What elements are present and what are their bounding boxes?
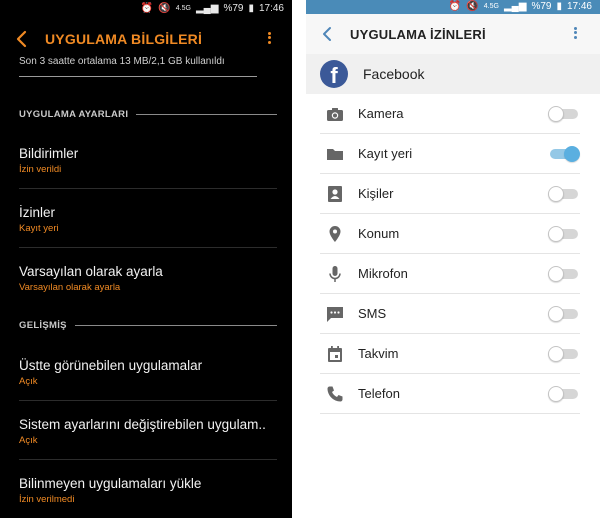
sms-icon (327, 307, 343, 322)
settings-item-install-unknown-apps[interactable]: Bilinmeyen uygulamaları yükle İzin veril… (19, 476, 277, 505)
signal-icon: ▂▄▆ (503, 1, 527, 12)
settings-item-modify-system-settings[interactable]: Sistem ayarlarını değiştirebilen uygulam… (19, 417, 277, 446)
permission-toggle[interactable] (548, 386, 580, 402)
permission-name: Kayıt yeri (358, 146, 413, 161)
permission-name: SMS (358, 306, 387, 321)
divider (19, 459, 277, 460)
clock: 17:46 (566, 1, 592, 12)
battery-icon: ▮ (248, 3, 254, 14)
microphone-icon (329, 266, 341, 282)
permission-toggle[interactable] (548, 226, 580, 242)
mute-icon: 🔇 (466, 1, 479, 12)
status-bar: ⏰ 🔇 4.5G ▂▄▆ %79 ▮ 17:46 (0, 0, 292, 18)
permission-name: Telefon (358, 386, 400, 401)
more-vert-icon (267, 31, 271, 35)
clock: 17:46 (258, 3, 284, 14)
item-subtitle: Kayıt yeri (19, 223, 59, 234)
location-icon (329, 226, 341, 242)
app-header-row: f Facebook (306, 54, 600, 94)
signal-icon: ▂▄▆ (195, 3, 219, 14)
camera-icon (327, 108, 343, 121)
app-permissions-screen: ⏰ 🔇 4.5G ▂▄▆ %79 ▮ 17:46 UYGULAMA İZİNLE… (306, 0, 600, 518)
permission-toggle[interactable] (548, 146, 580, 162)
permission-row-microphone[interactable]: Mikrofon (320, 254, 580, 294)
item-title: Bildirimler (19, 146, 79, 161)
permission-name: Konum (358, 226, 400, 241)
item-subtitle: İzin verilmedi (19, 494, 75, 505)
item-title: İzinler (19, 205, 56, 220)
item-subtitle: Varsayılan olarak ayarla (19, 282, 121, 293)
facebook-icon: f (320, 60, 348, 88)
divider (19, 247, 277, 248)
permission-toggle[interactable] (548, 346, 580, 362)
back-button[interactable] (14, 28, 30, 50)
page-title: UYGULAMA İZİNLERİ (350, 27, 486, 42)
status-bar: ⏰ 🔇 4.5G ▂▄▆ %79 ▮ 17:46 (306, 0, 600, 14)
permission-name: Takvim (358, 346, 399, 361)
calendar-icon (328, 346, 342, 362)
phone-icon (327, 386, 343, 402)
battery-icon: ▮ (556, 1, 562, 12)
settings-item-permissions[interactable]: İzinler Kayıt yeri (19, 205, 277, 234)
contacts-icon (328, 186, 342, 202)
permission-row-sms[interactable]: SMS (320, 294, 580, 334)
divider (19, 76, 257, 77)
settings-item-draw-over-apps[interactable]: Üstte görünebilen uygulamalar Açık (19, 358, 277, 387)
more-options-button[interactable] (266, 30, 272, 48)
mute-icon: 🔇 (158, 3, 171, 14)
item-subtitle: İzin verildi (19, 164, 62, 175)
chevron-left-icon (16, 30, 27, 48)
alarm-icon: ⏰ (448, 1, 462, 12)
permission-name: Kamera (358, 106, 404, 121)
section-rule (74, 324, 277, 326)
more-options-button[interactable] (572, 25, 578, 43)
section-header-advanced: GELİŞMİŞ (19, 318, 277, 332)
permission-name: Kişiler (358, 186, 394, 201)
section-label: UYGULAMA AYARLARI (19, 108, 129, 120)
page-title: UYGULAMA BİLGİLERİ (45, 31, 203, 47)
back-button[interactable] (320, 24, 334, 44)
permission-row-contacts[interactable]: Kişiler (320, 174, 580, 214)
item-subtitle: Açık (19, 435, 38, 446)
permission-toggle[interactable] (548, 306, 580, 322)
app-bar: UYGULAMA BİLGİLERİ (0, 24, 292, 56)
section-header-app-settings: UYGULAMA AYARLARI (19, 107, 277, 121)
item-title: Varsayılan olarak ayarla (19, 264, 163, 279)
battery-level: %79 (223, 3, 244, 14)
permission-toggle[interactable] (548, 186, 580, 202)
app-bar: UYGULAMA İZİNLERİ (306, 14, 600, 54)
app-info-screen: ⏰ 🔇 4.5G ▂▄▆ %79 ▮ 17:46 UYGULAMA BİLGİL… (0, 0, 292, 518)
network-type: 4.5G (175, 5, 191, 12)
permission-row-location[interactable]: Konum (320, 214, 580, 254)
permission-row-calendar[interactable]: Takvim (320, 334, 580, 374)
divider (19, 188, 277, 189)
permission-toggle[interactable] (548, 106, 580, 122)
section-label: GELİŞMİŞ (19, 319, 67, 331)
more-vert-icon (573, 26, 577, 30)
permission-row-phone[interactable]: Telefon (320, 374, 580, 414)
permission-row-camera[interactable]: Kamera (320, 94, 580, 134)
settings-item-set-as-default[interactable]: Varsayılan olarak ayarla Varsayılan olar… (19, 264, 277, 293)
battery-level: %79 (531, 1, 552, 12)
folder-icon (327, 149, 343, 160)
item-title: Sistem ayarlarını değiştirebilen uygulam… (19, 417, 266, 432)
network-type: 4.5G (483, 3, 499, 10)
section-rule (136, 113, 277, 115)
chevron-left-icon (323, 27, 331, 41)
settings-item-notifications[interactable]: Bildirimler İzin verildi (19, 146, 277, 175)
divider (19, 400, 277, 401)
permission-name: Mikrofon (358, 266, 408, 281)
item-title: Üstte görünebilen uygulamalar (19, 358, 203, 373)
item-subtitle: Açık (19, 376, 38, 387)
item-title: Bilinmeyen uygulamaları yükle (19, 476, 202, 491)
permission-row-storage[interactable]: Kayıt yeri (320, 134, 580, 174)
alarm-icon: ⏰ (140, 3, 154, 14)
permission-toggle[interactable] (548, 266, 580, 282)
data-usage-text: Son 3 saatte ortalama 13 MB/2,1 GB kulla… (19, 56, 225, 67)
app-name: Facebook (363, 66, 425, 82)
